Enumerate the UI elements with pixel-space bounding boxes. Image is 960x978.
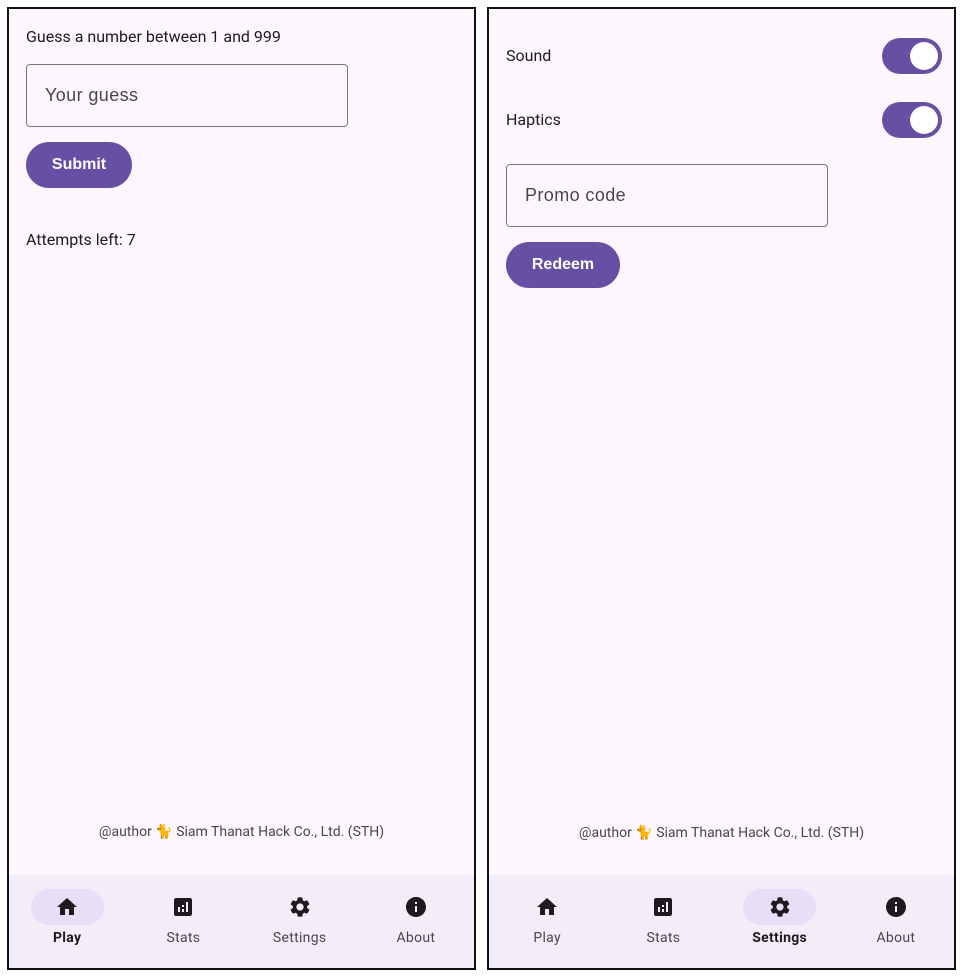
nav-label-settings: Settings (272, 930, 327, 946)
bottom-navigation: Play Stats Settings About (489, 875, 954, 968)
submit-button[interactable]: Submit (26, 142, 132, 188)
nav-label-stats: Stats (166, 930, 201, 946)
info-icon (404, 895, 428, 919)
nav-label-about: About (876, 930, 916, 946)
home-icon (535, 895, 559, 919)
haptics-toggle-thumb (910, 106, 938, 134)
play-screen: Guess a number between 1 and 999 Submit … (7, 7, 476, 970)
nav-item-stats[interactable]: Stats (605, 875, 721, 968)
haptics-toggle[interactable] (882, 102, 942, 138)
info-icon (884, 895, 908, 919)
haptics-label: Haptics (506, 110, 561, 129)
author-footer: @author 🐈 Siam Thanat Hack Co., Ltd. (ST… (98, 824, 385, 840)
sound-toggle-thumb (910, 42, 938, 70)
nav-item-stats[interactable]: Stats (125, 875, 241, 968)
nav-active-indicator (743, 889, 817, 925)
nav-label-stats: Stats (646, 930, 681, 946)
gear-icon (768, 895, 792, 919)
guess-prompt: Guess a number between 1 and 999 (26, 27, 281, 46)
settings-screen: Sound Haptics Redeem @author 🐈 Siam Than… (487, 7, 956, 970)
redeem-button[interactable]: Redeem (506, 242, 620, 288)
stats-icon (171, 895, 195, 919)
nav-item-about[interactable]: About (838, 875, 954, 968)
home-icon (55, 895, 79, 919)
bottom-navigation: Play Stats Settings About (9, 875, 474, 968)
nav-item-settings[interactable]: Settings (722, 875, 838, 968)
promo-code-input[interactable] (506, 164, 828, 227)
guess-input[interactable] (26, 64, 348, 127)
gear-icon (288, 895, 312, 919)
stats-icon (651, 895, 675, 919)
nav-label-play: Play (533, 930, 561, 946)
nav-label-play: Play (52, 930, 82, 946)
nav-label-settings: Settings (752, 930, 808, 946)
nav-active-indicator (30, 889, 104, 925)
sound-setting-row: Sound (489, 32, 954, 80)
author-footer: @author 🐈 Siam Thanat Hack Co., Ltd. (ST… (578, 825, 865, 841)
nav-item-settings[interactable]: Settings (242, 875, 358, 968)
nav-item-play[interactable]: Play (489, 875, 605, 968)
haptics-setting-row: Haptics (489, 96, 954, 144)
nav-item-play[interactable]: Play (9, 875, 125, 968)
nav-item-about[interactable]: About (358, 875, 474, 968)
sound-label: Sound (506, 46, 552, 65)
attempts-left-text: Attempts left: 7 (26, 230, 136, 249)
sound-toggle[interactable] (882, 38, 942, 74)
nav-label-about: About (396, 930, 436, 946)
